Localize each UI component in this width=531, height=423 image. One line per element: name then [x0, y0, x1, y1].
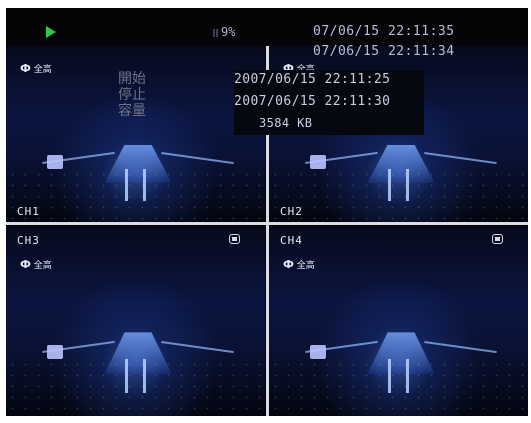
- hdd-usage: 9%: [221, 25, 236, 39]
- channel-logo: Ф 全高: [20, 258, 52, 271]
- playback-clock: 07/06/15 22:11:34: [313, 44, 455, 59]
- channel-label: CH3: [17, 234, 40, 247]
- play-icon[interactable]: [46, 26, 56, 38]
- start-label: 開始: [118, 71, 146, 87]
- file-size: 3584 KB: [259, 116, 313, 130]
- horizontal-divider: [6, 222, 528, 225]
- info-labels: 開始 停止 容量: [118, 71, 166, 119]
- dvr-screen: Ф 全高 CH1 Ф 全高 CH2 CH3 Ф 全高 CH4 Ф 全高: [6, 8, 528, 416]
- stop-time: 2007/06/15 22:11:30: [234, 94, 391, 109]
- channel-label: CH1: [17, 205, 40, 218]
- start-time: 2007/06/15 22:11:25: [234, 72, 391, 87]
- status-bar: 9% 07/06/15 22:11:35: [6, 8, 528, 46]
- camera-feed: [6, 226, 265, 416]
- record-icon: [492, 234, 503, 244]
- record-icon: [229, 234, 240, 244]
- size-label: 容量: [118, 103, 146, 119]
- channel-logo: Ф 全高: [283, 258, 315, 271]
- system-clock: 07/06/15 22:11:35: [313, 24, 455, 39]
- hdd-icon: [213, 29, 218, 37]
- stop-label: 停止: [118, 87, 146, 103]
- channel-label: CH4: [280, 234, 303, 247]
- channel-tile-ch3[interactable]: CH3 Ф 全高: [6, 226, 265, 416]
- channel-label: CH2: [280, 205, 303, 218]
- camera-feed: [269, 226, 528, 416]
- channel-logo: Ф 全高: [20, 62, 52, 75]
- channel-tile-ch4[interactable]: CH4 Ф 全高: [269, 226, 528, 416]
